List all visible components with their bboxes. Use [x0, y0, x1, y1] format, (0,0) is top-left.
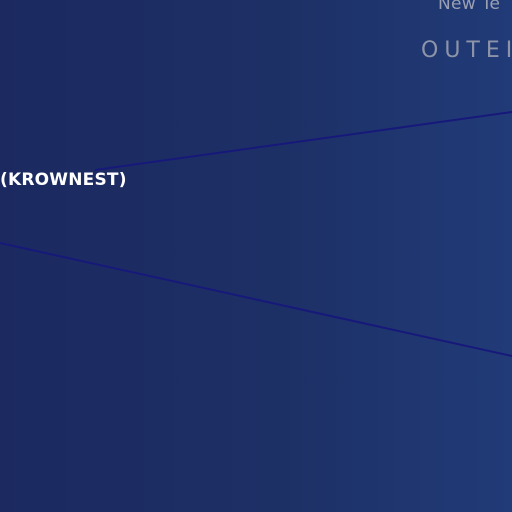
connector-lines [0, 111, 512, 357]
header-subtitle: New Te [438, 0, 501, 14]
connector-line-lower [0, 242, 512, 357]
node-label[interactable]: (KROWNEST) [0, 170, 127, 190]
connector-line-upper [94, 111, 512, 171]
diagram-canvas: New Te OUTEI (KROWNEST) [0, 0, 512, 512]
header-title: OUTEI [421, 38, 512, 63]
